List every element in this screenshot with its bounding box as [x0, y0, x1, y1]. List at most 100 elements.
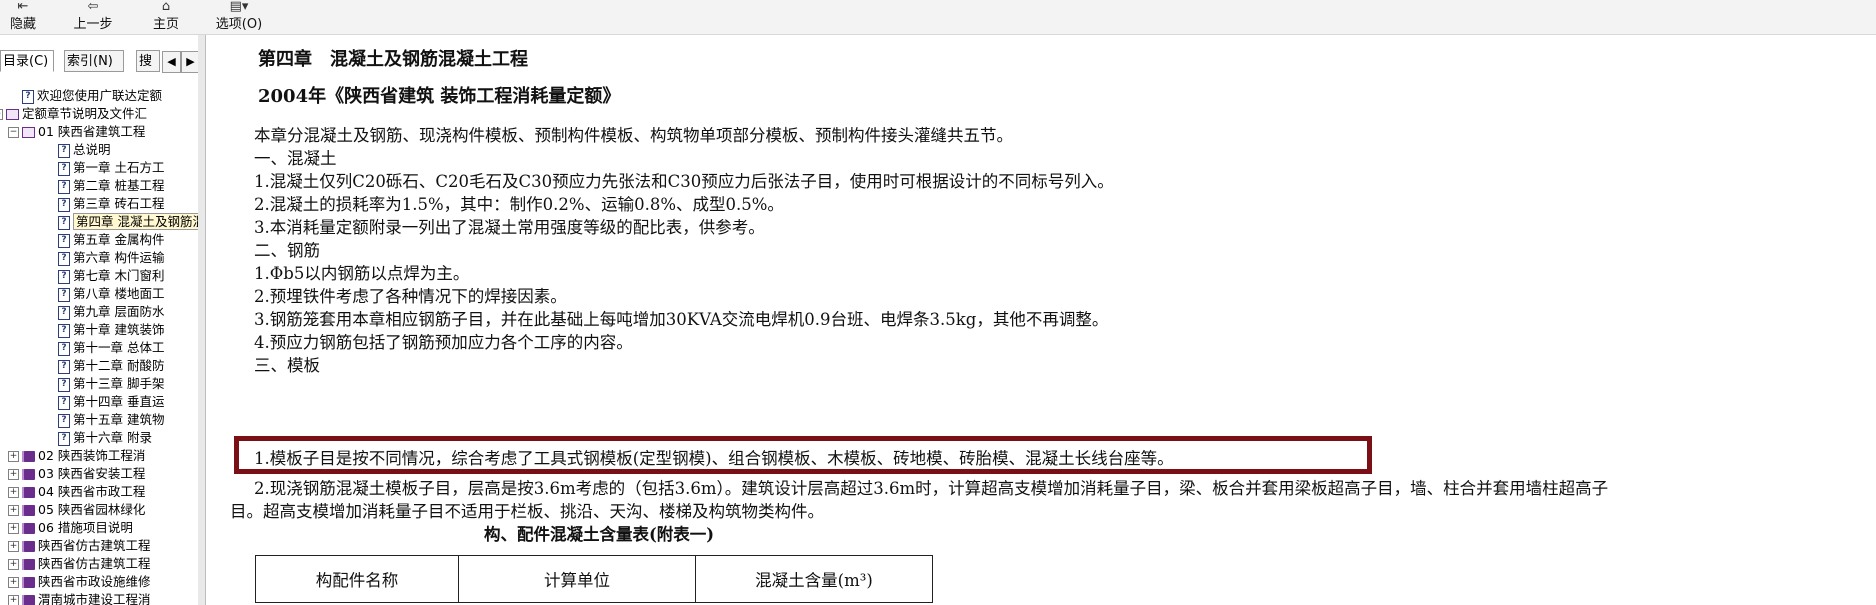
help-page-icon: ? [58, 143, 70, 158]
expand-icon[interactable]: + [8, 595, 19, 605]
home-icon: ⌂ [161, 0, 171, 14]
tree-item-label: 欢迎您使用广联达定额 [37, 88, 163, 103]
tree-item[interactable]: ? 第五章 金属构件 [58, 231, 164, 249]
book-closed-icon [22, 541, 35, 552]
collapse-icon[interactable]: − [0, 109, 3, 120]
tree-item[interactable]: ? 第十五章 建筑物 [58, 411, 164, 429]
expand-icon[interactable]: + [8, 541, 19, 552]
help-page-icon: ? [58, 377, 70, 392]
tab-prev-arrow-icon[interactable]: ◀ [162, 51, 181, 73]
help-page-icon: ? [58, 359, 70, 374]
tree-item-label: 第十六章 附录 [73, 430, 152, 445]
intro-paragraph: 本章分混凝土及钢筋、现浇构件模板、预制构件模板、构筑物单项部分模板、预制构件接头… [254, 126, 1013, 145]
back-arrow-icon: ⇦ [87, 0, 99, 14]
help-page-icon: ? [58, 431, 70, 446]
tree-item[interactable]: ?第四章 混凝土及钢筋混凝土工程 [58, 213, 205, 231]
tree-item[interactable]: ? 第二章 桩基工程 [58, 177, 164, 195]
tree-item[interactable]: − 01 陕西省建筑工程 [8, 123, 145, 141]
paragraph: 1.混凝土仅列C20砾石、C20毛石及C30预应力先张法和C30预应力后张法子目… [254, 172, 1114, 191]
options-button[interactable]: ▤▾ 选项(O) [210, 0, 268, 34]
tree-item[interactable]: +03 陕西省安装工程 [8, 465, 145, 483]
tree-item[interactable]: + 渭南城市建设工程消 [8, 591, 151, 605]
nav-pane-scrollbar[interactable] [198, 35, 205, 605]
tree-item-label: 第十二章 耐酸防 [73, 358, 165, 373]
collapse-icon[interactable]: − [8, 127, 19, 138]
help-page-icon: ? [22, 89, 34, 104]
paragraph: 4.预应力钢筋包括了钢筋预加应力各个工序的内容。 [254, 333, 633, 352]
tree-item[interactable]: + 陕西省仿古建筑工程 [8, 555, 151, 573]
expand-icon[interactable]: + [8, 487, 19, 498]
tree-item[interactable]: +04 陕西省市政工程 [8, 483, 146, 501]
tree-item[interactable]: ? 第十章 建筑装饰 [58, 321, 164, 339]
tree-item[interactable]: ? 第八章 楼地面工 [58, 285, 164, 303]
book-closed-icon [22, 487, 35, 498]
tree-item-label: 05 陕西省园林绿化 [38, 502, 146, 517]
help-page-icon: ? [58, 413, 70, 428]
tree-item-label: 总说明 [73, 142, 111, 157]
section-heading: 三、模板 [254, 356, 320, 375]
tree-item[interactable]: + 陕西省市政设施维修 [8, 573, 151, 591]
paragraph: 1.Φb5以内钢筋以点焊为主。 [254, 264, 470, 283]
home-label: 主页 [152, 17, 179, 32]
back-button[interactable]: ⇦ 上一步 [68, 0, 118, 34]
hide-button[interactable]: ⇤ 隐藏 [4, 0, 42, 34]
tree-item[interactable]: ? 第三章 砖石工程 [58, 195, 164, 213]
tree-item-label: 第十三章 脚手架 [73, 376, 165, 391]
tree-item-label: 第十一章 总体工 [73, 340, 165, 355]
book-closed-icon [22, 451, 35, 462]
tree-item-label: 06 措施项目说明 [38, 520, 133, 535]
tree-item[interactable]: ? 第十二章 耐酸防 [58, 357, 164, 375]
help-page-icon: ? [58, 287, 70, 302]
tab-index[interactable]: 索引(N) [64, 50, 124, 72]
tree-item-label: 第五章 金属构件 [73, 232, 165, 247]
tree-item-label: 第二章 桩基工程 [73, 178, 165, 193]
tab-contents[interactable]: 目录(C) [0, 50, 54, 72]
section-heading: 二、钢筋 [254, 241, 320, 260]
tree-item[interactable]: +02 陕西装饰工程消 [8, 447, 146, 465]
tree-item[interactable]: ? 第十四章 垂直运 [58, 393, 164, 411]
expand-icon[interactable]: + [8, 505, 19, 516]
help-page-icon: ? [58, 179, 70, 194]
tree-item[interactable]: ? 第一章 土石方工 [58, 159, 164, 177]
help-page-icon: ? [58, 197, 70, 212]
expand-icon[interactable]: + [8, 559, 19, 570]
tree-item-label: 第六章 构件运输 [73, 250, 165, 265]
tree-item[interactable]: − 定额章节说明及文件汇 [0, 105, 147, 123]
expand-icon[interactable]: + [8, 577, 19, 588]
expand-icon[interactable]: + [8, 469, 19, 480]
tree-item-label: 陕西省市政设施维修 [38, 574, 151, 589]
options-label: 选项(O) [215, 17, 263, 32]
tree-item[interactable]: ? 第十六章 附录 [58, 429, 152, 447]
tree-item[interactable]: +06 措施项目说明 [8, 519, 133, 537]
paragraph: 3.钢筋笼套用本章相应钢筋子目，并在此基础上每吨增加30KVA交流电焊机0.9台… [254, 310, 1109, 329]
home-button[interactable]: ⌂ 主页 [148, 0, 184, 34]
tree-item-label: 04 陕西省市政工程 [38, 484, 146, 499]
tree-item[interactable]: ? 第七章 木门窗利 [58, 267, 164, 285]
expand-icon[interactable]: + [8, 451, 19, 462]
tree-item[interactable]: ? 第六章 构件运输 [58, 249, 164, 267]
tree-item-label: 02 陕西装饰工程消 [38, 448, 146, 463]
tree-item[interactable]: ? 第九章 层面防水 [58, 303, 164, 321]
toolbar: ⇤ 隐藏 ⇦ 上一步 ⌂ 主页 ▤▾ 选项(O) [0, 0, 1876, 35]
table-title: 构、配件混凝土含量表(附表一) [484, 525, 715, 544]
paragraph: 2.现浇钢筋混凝土模板子目，层高是按3.6m考虑的（包括3.6m）。建筑设计层高… [254, 479, 1609, 498]
paragraph: 2.混凝土的损耗率为1.5%，其中：制作0.2%、运输0.8%、成型0.5%。 [254, 195, 784, 214]
chapter-title: 第四章 混凝土及钢筋混凝土工程 [258, 49, 528, 70]
section-heading: 一、混凝土 [254, 149, 337, 168]
book-open-icon [22, 127, 35, 138]
tab-search[interactable]: 搜 [136, 50, 160, 72]
concrete-content-table: 构配件名称 计算单位 混凝土含量(m³) [255, 555, 933, 603]
tree-item[interactable]: +05 陕西省园林绿化 [8, 501, 146, 519]
tree-item-label: 第十五章 建筑物 [73, 412, 165, 427]
tree-item[interactable]: ? 第十三章 脚手架 [58, 375, 164, 393]
tree-item[interactable]: + 陕西省仿古建筑工程 [8, 537, 151, 555]
tree-item[interactable]: ? 第十一章 总体工 [58, 339, 164, 357]
expand-icon[interactable]: + [8, 523, 19, 534]
book-closed-icon [22, 523, 35, 534]
tree-item-label: 第三章 砖石工程 [73, 196, 165, 211]
help-page-icon: ? [58, 269, 70, 284]
tree-item[interactable]: ? 欢迎您使用广联达定额 [22, 87, 162, 105]
tree-item[interactable]: ? 总说明 [58, 141, 111, 159]
tree-item-label: 第七章 木门窗利 [73, 268, 165, 283]
tree-item-label: 第十章 建筑装饰 [73, 322, 165, 337]
